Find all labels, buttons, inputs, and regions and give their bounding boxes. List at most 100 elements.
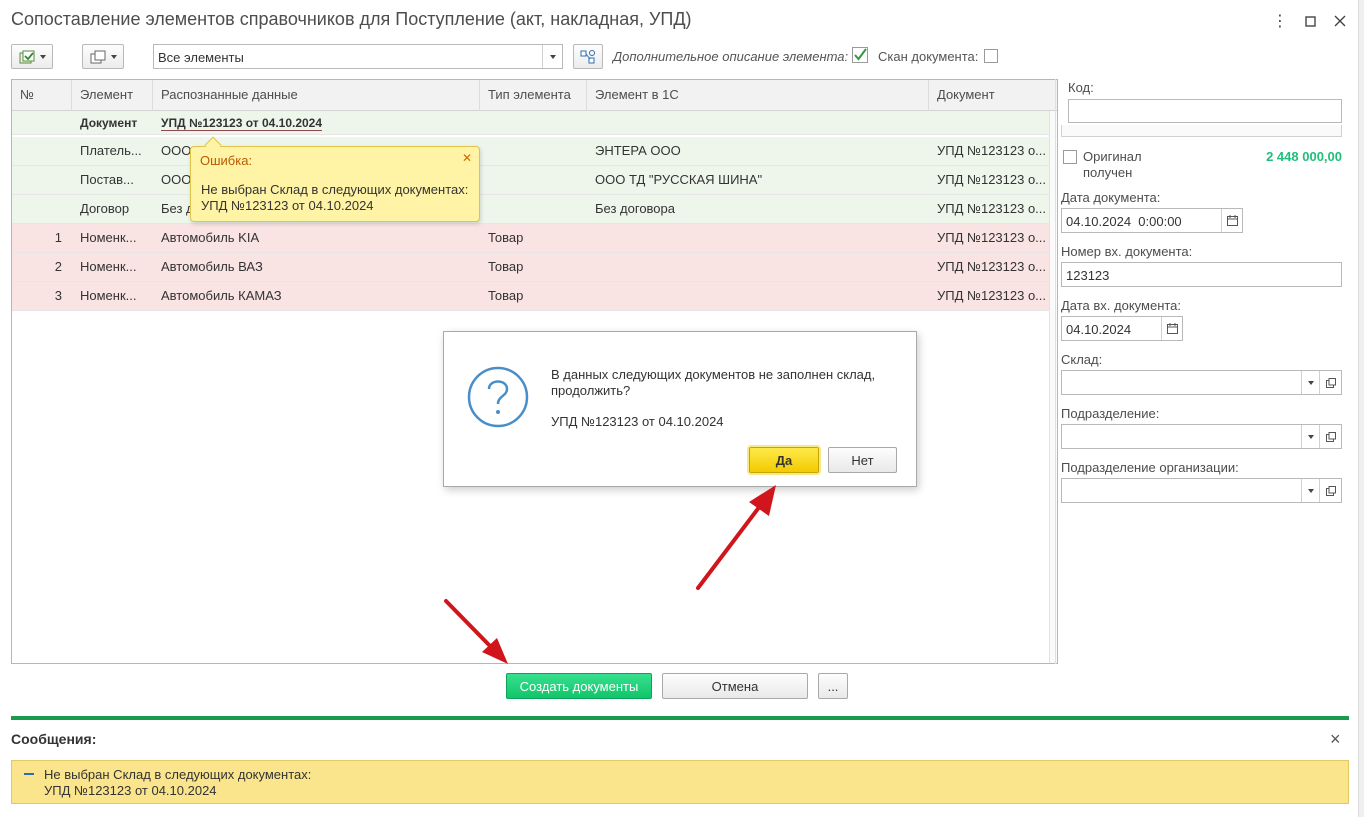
row-data: Автомобиль ВАЗ: [161, 259, 263, 274]
row-document: УПД №123123 о...: [937, 259, 1047, 274]
chevron-down-icon[interactable]: [1301, 425, 1319, 448]
column-element[interactable]: Элемент: [72, 80, 153, 111]
row-type: Товар: [488, 288, 524, 303]
chevron-down-icon[interactable]: [1301, 479, 1319, 502]
error-title: Ошибка:: [200, 153, 253, 168]
calendar-icon[interactable]: [1221, 209, 1242, 232]
total-amount: 2 448 000,00: [1266, 149, 1342, 164]
extra-description-label: Дополнительное описание элемента:: [613, 49, 849, 64]
incoming-number-input[interactable]: 123123: [1061, 262, 1342, 287]
org-division-label: Подразделение организации:: [1061, 460, 1239, 475]
row-data: Автомобиль КАМАЗ: [161, 288, 282, 303]
incoming-date-value: 04.10.2024: [1066, 322, 1132, 337]
code-label: Код:: [1068, 80, 1094, 95]
chevron-down-icon[interactable]: [1301, 371, 1319, 394]
column-element-type[interactable]: Тип элемента: [480, 80, 587, 111]
column-recognized-data[interactable]: Распознанные данные: [153, 80, 480, 111]
cancel-button[interactable]: Отмена: [662, 673, 808, 699]
code-scroll-stub: [1061, 125, 1342, 137]
row-document: УПД №123123 о...: [937, 230, 1047, 245]
open-icon[interactable]: [1319, 425, 1341, 448]
no-button[interactable]: Нет: [828, 447, 897, 473]
table-row[interactable]: Постав... ООО ООО ТД "РУССКАЯ ШИНА" УПД …: [12, 166, 1050, 195]
column-number[interactable]: №: [12, 80, 72, 111]
incoming-date-input[interactable]: 04.10.2024: [1061, 316, 1183, 341]
close-messages-icon[interactable]: ×: [1330, 729, 1341, 750]
table-row[interactable]: Платель... ООО ЭНТЕРА ООО УПД №123123 о.…: [12, 137, 1050, 166]
table-row[interactable]: 3 Номенк... Автомобиль КАМАЗ Товар УПД №…: [12, 282, 1050, 311]
incoming-number-label: Номер вх. документа:: [1061, 244, 1193, 259]
incoming-number-value: 123123: [1066, 268, 1110, 283]
row-element-1c: [587, 282, 929, 310]
warehouse-input[interactable]: [1061, 370, 1342, 395]
dialog-line-2: продолжить?: [551, 383, 631, 398]
chevron-down-icon[interactable]: [542, 45, 562, 68]
copy-button[interactable]: [82, 44, 124, 69]
row-document: УПД №123123 о...: [937, 172, 1047, 187]
chevron-down-icon: [39, 54, 46, 59]
row-type: Товар: [488, 230, 524, 245]
table-row[interactable]: 2 Номенк... Автомобиль ВАЗ Товар УПД №12…: [12, 253, 1050, 282]
extra-description-checkbox[interactable]: [852, 47, 868, 63]
row-document: УПД №123123 о...: [937, 143, 1047, 158]
incoming-date-label: Дата вх. документа:: [1061, 298, 1182, 313]
row-element-1c: ООО ТД "РУССКАЯ ШИНА": [595, 172, 763, 187]
row-number: 2: [54, 259, 62, 274]
checkmark-icon: [852, 47, 868, 63]
group-data: УПД №123123 от 04.10.2024: [153, 111, 483, 135]
yes-button[interactable]: Да: [749, 447, 819, 473]
row-element-1c: [587, 224, 929, 252]
filter-select[interactable]: Все элементы: [153, 44, 563, 69]
link-search-icon: [580, 49, 595, 63]
minus-icon[interactable]: [24, 773, 34, 775]
row-data: Автомобиль KIA: [161, 230, 260, 245]
document-date-value: 04.10.2024 0:00:00: [1066, 214, 1182, 229]
group-data-text: УПД №123123 от 04.10.2024: [161, 116, 323, 131]
column-document[interactable]: Документ: [929, 80, 1050, 111]
dialog-line-1: В данных следующих документов не заполне…: [551, 367, 876, 382]
row-type: [480, 137, 587, 165]
column-element-1c[interactable]: Элемент в 1С: [587, 80, 929, 111]
code-input[interactable]: [1068, 99, 1342, 123]
close-tooltip-icon[interactable]: ✕: [462, 151, 472, 165]
messages-title: Сообщения:: [11, 731, 97, 747]
row-number: [12, 195, 72, 223]
document-date-input[interactable]: 04.10.2024 0:00:00: [1061, 208, 1243, 233]
division-label: Подразделение:: [1061, 406, 1160, 421]
find-matches-button[interactable]: [573, 44, 603, 69]
division-input[interactable]: [1061, 424, 1342, 449]
table-row[interactable]: 1 Номенк... Автомобиль KIA Товар УПД №12…: [12, 224, 1050, 253]
check-all-button[interactable]: [11, 44, 53, 69]
close-window-icon[interactable]: [1330, 11, 1350, 31]
dialog-line-3: УПД №123123 от 04.10.2024: [551, 414, 724, 429]
group-row[interactable]: Документ УПД №123123 от 04.10.2024: [12, 111, 1050, 135]
maximize-icon[interactable]: [1300, 11, 1320, 31]
more-button[interactable]: ...: [818, 673, 848, 699]
row-number: [12, 166, 72, 194]
table-row[interactable]: Договор Без д Без договора УПД №123123 о…: [12, 195, 1050, 224]
copy-icon: [90, 50, 105, 63]
row-element: Договор: [80, 201, 130, 216]
row-element: Платель...: [80, 143, 142, 158]
open-icon[interactable]: [1319, 479, 1341, 502]
row-number: 3: [54, 288, 62, 303]
row-element: Номенк...: [80, 259, 137, 274]
panel-divider: [1055, 79, 1056, 664]
open-icon[interactable]: [1319, 371, 1341, 394]
row-element: Номенк...: [80, 288, 137, 303]
scan-checkbox[interactable]: [984, 49, 998, 63]
create-documents-button[interactable]: Создать документы: [506, 673, 652, 699]
question-icon: [467, 366, 529, 428]
org-division-input[interactable]: [1061, 478, 1342, 503]
more-actions-icon[interactable]: ⋮: [1270, 11, 1290, 31]
calendar-icon[interactable]: [1161, 317, 1182, 340]
row-document: УПД №123123 о...: [937, 288, 1047, 303]
confirm-dialog: В данных следующих документов не заполне…: [443, 331, 917, 487]
message-line-1: Не выбран Склад в следующих документах:: [44, 767, 312, 782]
original-received-checkbox[interactable]: [1063, 150, 1077, 164]
filter-select-value: Все элементы: [158, 50, 244, 65]
error-line-2: УПД №123123 от 04.10.2024: [201, 198, 374, 213]
row-type: Товар: [488, 259, 524, 274]
row-type: [480, 195, 587, 223]
message-item[interactable]: Не выбран Склад в следующих документах: …: [11, 760, 1349, 804]
